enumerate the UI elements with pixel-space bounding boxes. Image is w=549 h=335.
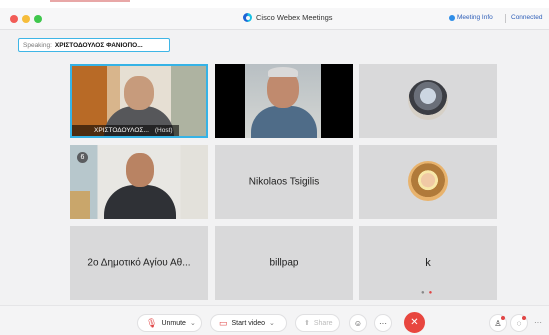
participant-tile-name[interactable]: Nikolaos Tsigilis [215,145,353,219]
participant-caption: ΧΡΙΣΤΟΔΟΥΛΟΣ... (Host) [72,125,179,136]
avatar [408,80,448,120]
video-person-head [124,76,154,110]
unmute-label: Unmute [161,319,186,327]
participant-name: ΧΡΙΣΤΟΔΟΥΛΟΣ... [94,127,149,134]
mic-off-icon: ● [428,290,433,296]
meeting-controls-bar: 🎙 Unmute ⌄ ▭ Start video ⌄ ⬆ Share ☺ ···… [0,305,549,335]
participant-tile-avatar[interactable] [359,145,497,219]
participant-tile-name[interactable]: billpap [215,226,353,300]
host-label: (Host) [154,127,173,134]
chat-button[interactable]: ◌ [510,314,528,332]
participant-tile-host[interactable]: ΧΡΙΣΤΟΔΟΥΛΟΣ... (Host) [70,64,208,138]
end-call-icon: ✕ [410,317,419,328]
participants-icon: ♙ [494,318,502,328]
video-person-head [126,153,154,187]
participant-name: Nikolaos Tsigilis [248,176,320,188]
start-video-label: Start video [231,319,265,327]
share-button[interactable]: ⬆ Share [295,314,340,332]
chevron-down-icon[interactable]: ⌄ [269,319,275,327]
connection-status: Connected [511,14,543,21]
participant-name: k [425,257,431,269]
end-call-button[interactable]: ✕ [404,312,425,333]
top-edge [0,0,549,8]
avatar [408,161,448,201]
app-title-text: Cisco Webex Meetings [256,13,333,22]
video-person-body [251,106,317,138]
meeting-info-label: Meeting Info [457,14,493,21]
speaking-label: Speaking: [23,41,52,49]
overflow-menu-icon[interactable]: ··· [534,318,542,327]
info-icon [449,14,455,21]
notification-dot [501,316,505,320]
share-label: Share [313,319,333,327]
close-window-button[interactable] [10,15,18,23]
minimize-window-button[interactable] [22,15,30,23]
chat-icon: ◌ [516,318,522,328]
participant-tile-name[interactable]: k ● ● [359,226,497,300]
speaking-indicator: Speaking: ΧΡΙΣΤΟΔΟΥΛΟΣ ΦΑΝΙΟΠΟ... [18,38,170,52]
participant-tile-video[interactable] [215,64,353,138]
webex-logo-icon [243,13,252,22]
more-icon: ··· [379,318,387,328]
participant-name: 2ο Δημοτικό Αγίου Αθ... [87,257,191,269]
video-background-map [70,191,90,219]
participant-tile-avatar[interactable] [359,64,497,138]
start-video-button[interactable]: ▭ Start video ⌄ [210,314,287,332]
participant-media-status: ● ● [421,290,432,296]
camera-off-icon: ▭ [219,317,228,328]
participants-button[interactable]: ♙ [489,314,507,332]
unmute-button[interactable]: 🎙 Unmute ⌄ [137,314,202,332]
more-options-button[interactable]: ··· [374,314,392,332]
mic-off-icon: 🎙 [146,317,158,328]
video-person-hair [268,67,298,77]
window-titlebar: Cisco Webex Meetings Meeting Info Connec… [0,8,549,30]
app-title: Cisco Webex Meetings [243,13,333,22]
notification-dot [522,316,526,320]
titlebar-separator [505,14,506,23]
chevron-down-icon[interactable]: ⌄ [190,319,196,327]
speaking-name: ΧΡΙΣΤΟΔΟΥΛΟΣ ΦΑΝΙΟΠΟ... [54,41,143,49]
participant-tile-video[interactable]: 6 [70,145,208,219]
reactions-icon: ☺ [353,318,363,328]
meeting-info-button[interactable]: Meeting Info [449,14,493,21]
tile-badge: 6 [77,152,88,163]
top-accent [50,0,130,2]
participant-tile-name[interactable]: 2ο Δημοτικό Αγίου Αθ... [70,226,208,300]
zoom-window-button[interactable] [34,15,42,23]
mic-status-icon: ● [421,290,425,296]
participant-name: billpap [269,257,299,269]
share-icon: ⬆ [304,320,310,327]
reactions-button[interactable]: ☺ [349,314,367,332]
